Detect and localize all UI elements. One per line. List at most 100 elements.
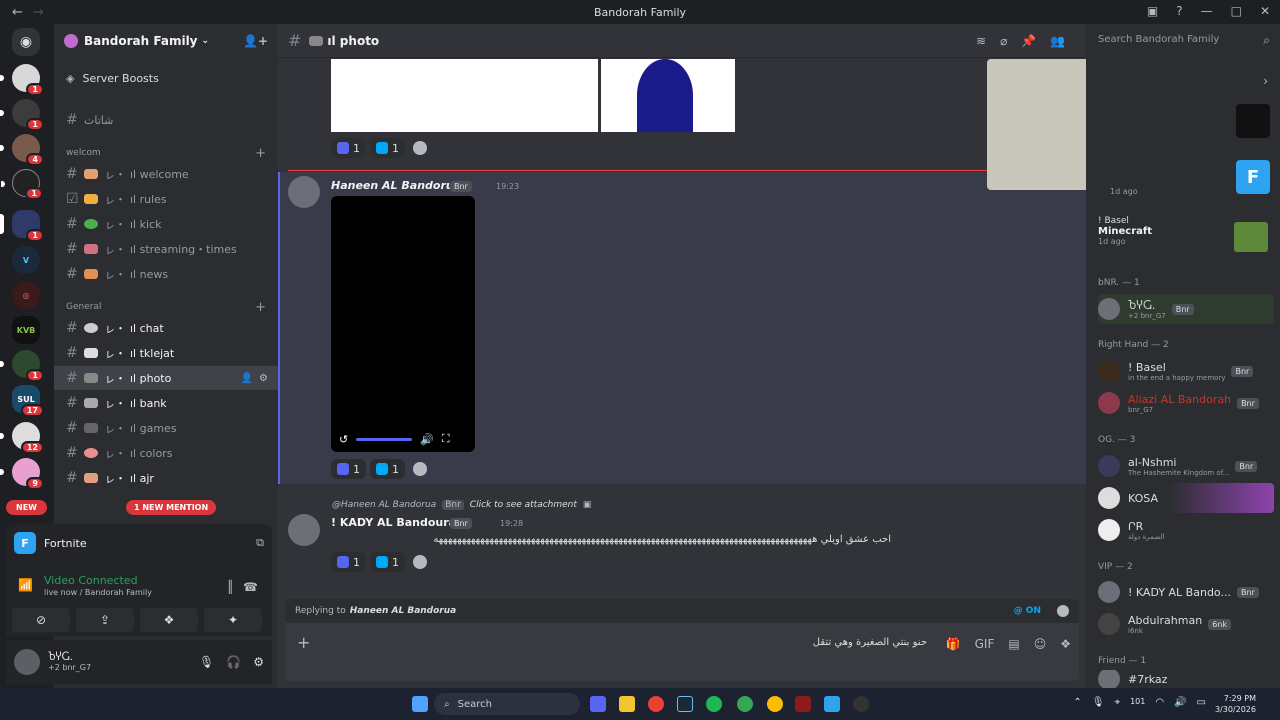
forward-icon[interactable]: → bbox=[33, 5, 44, 20]
image-attachment[interactable] bbox=[601, 59, 735, 132]
member-item[interactable]: ! Basel in the end a happy memory Bnr bbox=[1098, 356, 1274, 386]
video-player[interactable]: ↺ 🔊 ⛶ bbox=[331, 196, 475, 452]
invite-people-icon[interactable]: 👤+ bbox=[243, 34, 268, 48]
server-icon[interactable]: KVB bbox=[12, 316, 40, 344]
add-reaction-icon[interactable] bbox=[413, 462, 427, 476]
gear-icon[interactable]: ⚙ bbox=[259, 373, 268, 384]
category-general[interactable]: General + bbox=[66, 300, 266, 315]
chrome-icon[interactable] bbox=[767, 696, 783, 712]
close-icon[interactable]: ✕ bbox=[1260, 4, 1270, 18]
microphone-icon[interactable]: 🎙 bbox=[1092, 697, 1105, 708]
channel-item[interactable]: # ㇾ・ ıl welcome bbox=[54, 162, 278, 186]
server-icon-active[interactable]: 1 bbox=[0, 210, 44, 242]
activity-card[interactable]: ! Basel Minecraft 1d ago bbox=[1098, 216, 1274, 256]
server-icon[interactable]: 12 bbox=[0, 422, 44, 454]
battery-icon[interactable]: ▭ bbox=[1197, 697, 1206, 708]
add-reaction-icon[interactable] bbox=[413, 141, 427, 155]
sticker-icon[interactable]: ▤ bbox=[1008, 637, 1019, 651]
channel-item-active[interactable]: # ㇾ・ ıl photo 👤 ⚙ bbox=[54, 366, 278, 390]
maximize-icon[interactable]: □ bbox=[1231, 4, 1242, 18]
mention-toggle[interactable]: @ ON bbox=[1014, 606, 1041, 616]
windows-start-icon[interactable] bbox=[412, 696, 428, 712]
notifications-muted-icon[interactable]: ⌀ bbox=[1000, 34, 1007, 48]
taskbar-search[interactable]: ⌕ Search bbox=[434, 693, 580, 715]
member-item[interactable]: #7rkaz bbox=[1098, 670, 1274, 688]
noise-suppression-icon[interactable]: ║ bbox=[227, 580, 234, 594]
steam-icon[interactable] bbox=[677, 696, 693, 712]
channel-item[interactable]: # ㇾ・ ıl streaming・times bbox=[54, 237, 278, 261]
spotify-icon[interactable] bbox=[706, 696, 722, 712]
channel-item[interactable]: # ㇾ・ ıl chat bbox=[54, 316, 278, 340]
new-unreads-pill[interactable]: NEW bbox=[6, 500, 47, 515]
avatar[interactable] bbox=[14, 649, 40, 675]
message-composer[interactable]: + حنو بنتي الصغيرة وهي تتقل 🎁 GIF ▤ ☺ ❖ bbox=[285, 623, 1079, 681]
back-icon[interactable]: ← bbox=[12, 5, 23, 20]
member-item[interactable]: KOSA bbox=[1098, 483, 1274, 513]
reaction-pill[interactable]: 1 bbox=[370, 138, 405, 158]
close-reply-icon[interactable] bbox=[1057, 605, 1069, 617]
emoji-icon[interactable]: ☺ bbox=[1034, 637, 1047, 651]
channel-item[interactable]: # ㇾ・ ıl colors bbox=[54, 441, 278, 465]
member-item[interactable]: ႦჄႺ. +2 bnr_G7 Bnr bbox=[1098, 294, 1274, 324]
category-welcom[interactable]: welcom + bbox=[66, 146, 266, 161]
chevron-right-icon[interactable]: › bbox=[1263, 74, 1268, 88]
reaction-pill[interactable]: 1 bbox=[370, 459, 405, 479]
discord-home-icon[interactable]: ◉ bbox=[12, 28, 40, 56]
server-icon[interactable]: 1 bbox=[0, 350, 44, 382]
image-attachment[interactable] bbox=[331, 59, 598, 132]
reply-reference[interactable]: @Haneen AL Bandorua Bnr Click to see att… bbox=[332, 500, 591, 510]
channel-item[interactable]: # ㇾ・ ıl tklejat bbox=[54, 341, 278, 365]
gear-icon[interactable]: ⚙ bbox=[253, 655, 264, 669]
message-author[interactable]: Haneen AL Bandorua bbox=[331, 179, 461, 192]
avatar[interactable] bbox=[288, 514, 320, 546]
help-icon[interactable]: ? bbox=[1176, 4, 1182, 18]
camera-off-button[interactable]: ⊘ bbox=[12, 608, 70, 632]
create-channel-icon[interactable]: + bbox=[255, 146, 266, 161]
clock[interactable]: 7:29 PM 3/30/2026 bbox=[1215, 693, 1256, 715]
channel-item[interactable]: # شاتات bbox=[54, 108, 278, 132]
fullscreen-icon[interactable]: ⛶ bbox=[442, 432, 450, 446]
location-icon[interactable]: ⌖ bbox=[1114, 697, 1120, 708]
server-icon[interactable]: 1 bbox=[0, 64, 44, 96]
channel-item[interactable]: # ㇾ・ ıl ajr bbox=[54, 466, 278, 490]
new-mention-pill[interactable]: 1 NEW MENTION bbox=[126, 500, 217, 515]
server-boosts-link[interactable]: ◈ Server Boosts bbox=[54, 58, 278, 98]
threads-icon[interactable]: ≋ bbox=[976, 34, 986, 48]
file-explorer-icon[interactable] bbox=[619, 696, 635, 712]
member-list-icon[interactable]: 👥 bbox=[1050, 34, 1065, 48]
chrome-icon[interactable] bbox=[648, 696, 664, 712]
volume-slider[interactable] bbox=[356, 437, 413, 441]
server-icon[interactable]: 4 bbox=[0, 134, 44, 166]
server-icon[interactable]: SUL 17 bbox=[12, 385, 44, 417]
microphone-icon[interactable]: 🎙 bbox=[199, 655, 214, 669]
x-app-icon[interactable] bbox=[795, 696, 811, 712]
reaction-pill[interactable]: 1 bbox=[331, 552, 366, 572]
server-icon[interactable]: V bbox=[12, 246, 40, 274]
voice-status[interactable]: Video Connected bbox=[44, 574, 138, 587]
fortnite-icon[interactable] bbox=[824, 696, 840, 712]
chrome-icon[interactable] bbox=[737, 696, 753, 712]
member-item[interactable]: Aliazi AL Bandorah bnr_G7 Bnr bbox=[1098, 388, 1274, 418]
volume-icon[interactable]: 🔊 bbox=[1174, 697, 1186, 708]
message-author[interactable]: ! KADY AL Bandoura bbox=[331, 516, 456, 529]
reaction-pill[interactable]: 1 bbox=[331, 138, 366, 158]
channel-item[interactable]: # ㇾ・ ıl news bbox=[54, 262, 278, 286]
member-item[interactable]: al-Nshmi The Hashemite Kingdom of... Bnr bbox=[1098, 451, 1274, 481]
server-icon[interactable]: 1 bbox=[0, 99, 44, 131]
minimize-icon[interactable]: — bbox=[1201, 4, 1213, 18]
reaction-pill[interactable]: 1 bbox=[331, 459, 366, 479]
upload-plus-icon[interactable]: + bbox=[297, 633, 310, 652]
activity-row[interactable]: F Fortnite ⧉ bbox=[6, 524, 272, 562]
search-icon[interactable]: ⌕ bbox=[1263, 33, 1270, 48]
server-icon[interactable]: 1 bbox=[1, 169, 43, 200]
member-item[interactable]: Abdulrahman i6nk 6nk bbox=[1098, 609, 1274, 639]
server-icon[interactable]: ◎ bbox=[12, 281, 40, 309]
reaction-pill[interactable]: 1 bbox=[370, 552, 405, 572]
add-reaction-icon[interactable] bbox=[413, 555, 427, 569]
volume-icon[interactable]: 🔊 bbox=[420, 433, 434, 446]
screen-share-icon[interactable]: ⧉ bbox=[256, 536, 264, 550]
gift-icon[interactable]: 🎁 bbox=[946, 637, 961, 651]
obs-icon[interactable] bbox=[853, 696, 869, 712]
inbox-icon[interactable]: ▣ bbox=[1147, 4, 1158, 18]
replay-icon[interactable]: ↺ bbox=[339, 433, 348, 446]
